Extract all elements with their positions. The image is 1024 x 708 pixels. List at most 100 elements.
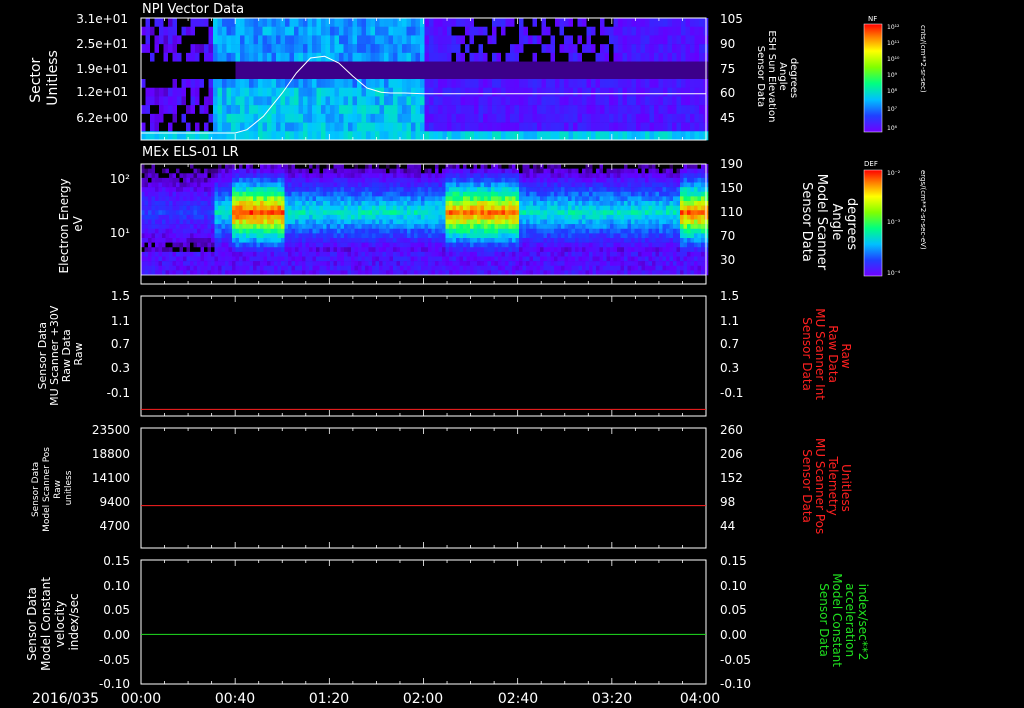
heatmap-cell	[379, 173, 383, 179]
heatmap-cell	[417, 261, 422, 267]
heatmap-cell	[343, 35, 349, 45]
heatmap-cell	[592, 256, 597, 262]
heatmap-cell	[168, 87, 173, 97]
heatmap-cell	[484, 251, 488, 257]
heatmap-cell	[162, 201, 166, 206]
heatmap-cell	[172, 168, 177, 174]
heatmap-cell	[459, 210, 464, 216]
heatmap-cell	[386, 270, 390, 276]
heatmap-cell	[603, 214, 607, 220]
heatmap-cell	[640, 61, 646, 71]
heatmap-cell	[186, 201, 191, 206]
heatmap-cell	[263, 265, 268, 271]
heatmap-cell	[505, 205, 509, 211]
heatmap-cell	[473, 251, 478, 257]
heatmap-cell	[389, 210, 394, 216]
heatmap-cell	[183, 187, 187, 193]
heatmap-cell	[352, 79, 358, 89]
heatmap-cell	[333, 201, 338, 206]
heatmap-cell	[417, 238, 422, 243]
heatmap-cell	[169, 201, 173, 206]
heatmap-cell	[694, 61, 700, 71]
heatmap-cell	[154, 96, 160, 106]
heatmap-cell	[246, 191, 250, 197]
heatmap-cell	[204, 256, 208, 262]
heatmap-cell	[406, 44, 412, 54]
heatmap-cell	[417, 191, 422, 197]
heatmap-cell	[348, 70, 353, 80]
heatmap-cell	[176, 191, 180, 197]
heatmap-cell	[323, 187, 327, 193]
heatmap-cell	[536, 196, 541, 202]
heatmap-cell	[411, 26, 416, 36]
heatmap-cell	[246, 261, 250, 267]
heatmap-cell	[386, 242, 390, 248]
heatmap-cell	[618, 122, 623, 132]
heatmap-cell	[207, 251, 212, 257]
heatmap-cell	[505, 238, 509, 243]
heatmap-cell	[319, 173, 324, 179]
heatmap-cell	[357, 26, 362, 36]
heatmap-cell	[246, 219, 250, 225]
heatmap-cell	[235, 52, 241, 62]
heatmap-cell	[591, 96, 596, 106]
heatmap-cell	[298, 233, 303, 239]
heatmap-cell	[330, 113, 335, 123]
heatmap-cell	[260, 182, 264, 188]
heatmap-cell	[253, 270, 257, 276]
heatmap-cell	[334, 44, 340, 54]
heatmap-cell	[473, 168, 478, 174]
heatmap-cell	[532, 87, 538, 97]
heatmap-cell	[208, 105, 214, 115]
heatmap-cell	[208, 113, 214, 123]
heatmap-cell	[330, 210, 334, 216]
heatmap-cell	[508, 177, 513, 183]
heatmap-cell	[177, 96, 182, 106]
heatmap-cell	[498, 242, 502, 248]
heatmap-cell	[148, 191, 152, 197]
heatmap-cell	[333, 182, 338, 188]
heatmap-cell	[197, 270, 201, 276]
heatmap-cell	[155, 173, 159, 179]
cbtick-npi-0: 10¹²	[887, 24, 900, 31]
heatmap-cell	[193, 173, 198, 179]
heatmap-cell	[200, 247, 205, 253]
heatmap-cell	[305, 224, 310, 230]
heatmap-cell	[555, 131, 560, 141]
heatmap-cell	[466, 182, 471, 188]
heatmap-cell	[452, 233, 457, 239]
heatmap-cell	[246, 251, 250, 257]
heatmap-cell	[445, 228, 450, 234]
heatmap-cell	[627, 52, 632, 62]
heatmap-cell	[575, 196, 579, 202]
heatmap-cell	[235, 247, 240, 253]
heatmap-cell	[424, 265, 429, 271]
heatmap-cell	[410, 173, 415, 179]
heatmap-cell	[190, 191, 194, 197]
heatmap-cell	[330, 187, 334, 193]
heatmap-cell	[631, 113, 637, 123]
heatmap-cell	[442, 44, 448, 54]
heatmap-cell	[211, 247, 215, 253]
heatmap-cell	[510, 87, 515, 97]
heatmap-cell	[207, 247, 212, 253]
heatmap-cell	[211, 256, 215, 262]
heatmap-cell	[225, 251, 229, 257]
heatmap-cell	[568, 113, 574, 123]
heatmap-cell	[365, 265, 369, 271]
heatmap-cell	[148, 270, 152, 276]
heatmap-cell	[162, 238, 166, 243]
heatmap-cell	[512, 270, 516, 276]
heatmap-cell	[221, 177, 226, 183]
heatmap-cell	[165, 233, 170, 239]
heatmap-cell	[550, 205, 555, 211]
heatmap-cell	[172, 87, 178, 97]
heatmap-cell	[449, 256, 453, 262]
heatmap-cell	[239, 242, 243, 248]
heatmap-cell	[256, 177, 261, 183]
heatmap-cell	[431, 173, 436, 179]
heatmap-cell	[515, 247, 520, 253]
heatmap-cell	[585, 201, 590, 206]
heatmap-cell	[592, 164, 597, 169]
heatmap-cell	[221, 242, 226, 248]
